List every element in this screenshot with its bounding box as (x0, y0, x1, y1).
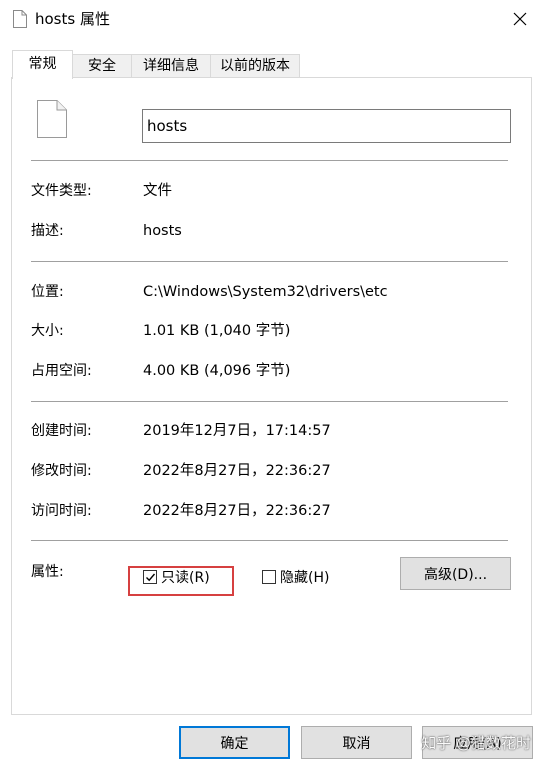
created-value: 2019年12月7日，17:14:57 (143, 423, 331, 439)
hidden-checkbox[interactable]: 隐藏(H) (262, 567, 329, 587)
highlight-box (128, 566, 234, 596)
file-name-input[interactable] (142, 109, 511, 143)
tab-strip: 常规 安全 详细信息 以前的版本 (12, 50, 532, 79)
accessed-value: 2022年8月27日，22:36:27 (143, 503, 331, 519)
tab-previous-versions[interactable]: 以前的版本 (210, 54, 300, 77)
size-on-disk-value: 4.00 KB (4,096 字节) (143, 363, 291, 379)
divider (31, 401, 508, 402)
tab-security[interactable]: 安全 (72, 54, 132, 77)
divider (31, 540, 508, 541)
size-on-disk-label: 占用空间: (31, 363, 92, 379)
size-value: 1.01 KB (1,040 字节) (143, 323, 291, 339)
attributes-label: 属性: (31, 564, 64, 580)
accessed-label: 访问时间: (31, 503, 92, 519)
close-icon (513, 12, 527, 26)
checkbox-box[interactable] (262, 570, 276, 584)
modified-label: 修改时间: (31, 463, 92, 479)
description-value: hosts (143, 223, 182, 239)
tab-details[interactable]: 详细信息 (131, 54, 211, 77)
close-button[interactable] (497, 0, 543, 38)
description-label: 描述: (31, 223, 64, 239)
watermark-text: 知乎 @猎数花时 (421, 734, 531, 752)
modified-value: 2022年8月27日，22:36:27 (143, 463, 331, 479)
title-bar: hosts 属性 (0, 0, 543, 38)
file-type-label: 文件类型: (31, 183, 92, 199)
location-value: C:\Windows\System32\drivers\etc (143, 284, 388, 300)
size-label: 大小: (31, 323, 64, 339)
divider (31, 261, 508, 262)
general-panel (11, 77, 532, 715)
tab-general[interactable]: 常规 (12, 50, 73, 79)
divider (31, 160, 508, 161)
file-large-icon (37, 100, 67, 138)
file-type-value: 文件 (143, 183, 172, 199)
location-label: 位置: (31, 284, 64, 300)
created-label: 创建时间: (31, 423, 92, 439)
cancel-button[interactable]: 取消 (301, 726, 412, 759)
file-icon (13, 10, 27, 28)
advanced-button[interactable]: 高级(D)... (400, 557, 511, 590)
ok-button[interactable]: 确定 (179, 726, 290, 759)
window-title: hosts 属性 (35, 10, 110, 28)
hidden-label: 隐藏(H) (280, 570, 330, 586)
